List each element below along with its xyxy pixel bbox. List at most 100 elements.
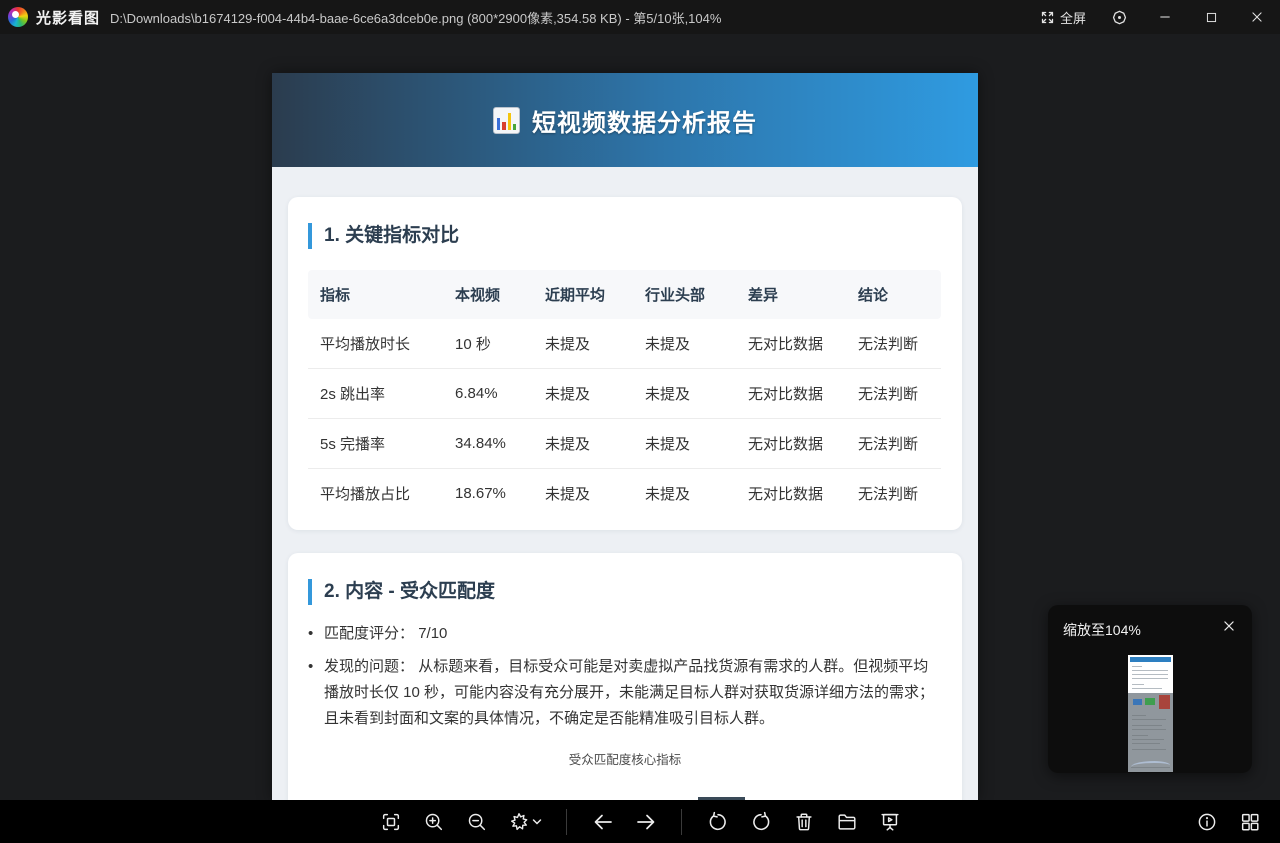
maximize-icon <box>1205 11 1218 24</box>
zoom-in-button[interactable] <box>417 805 450 838</box>
slideshow-button[interactable] <box>873 805 906 838</box>
table-cell: 34.84% <box>443 418 533 469</box>
table-cell: 未提及 <box>633 368 736 419</box>
maximize-button[interactable] <box>1188 0 1234 34</box>
previous-image-button[interactable] <box>586 805 619 838</box>
table-cell: 6.84% <box>443 368 533 419</box>
match-score-item: 匹配度评分： 7/10 <box>308 621 942 647</box>
table-cell: 未提及 <box>533 468 633 518</box>
beautify-icon <box>508 811 530 833</box>
toolbar-divider <box>566 808 567 835</box>
table-cell: 5s 完播率 <box>308 418 443 469</box>
beautify-button[interactable] <box>503 805 547 838</box>
section1-card: 1. 关键指标对比 指标 本视频 近期平均 行业头部 差异 结论 平均播放时长 … <box>288 197 962 530</box>
table-cell: 未提及 <box>645 336 691 353</box>
table-cell: 无法判断 <box>858 336 919 353</box>
table-cell: 未提及 <box>633 418 736 469</box>
bottom-toolbar <box>0 800 1280 843</box>
metrics-table: 指标 本视频 近期平均 行业头部 差异 结论 平均播放时长 10 秒 未提及 未… <box>308 270 941 518</box>
app-name: 光影看图 <box>36 9 101 27</box>
report-title: 短视频数据分析报告 <box>532 109 757 137</box>
minimize-icon <box>1158 10 1172 24</box>
settings-button[interactable] <box>1096 0 1142 34</box>
table-cell: 2s 跳出率 <box>308 368 443 419</box>
zoom-out-icon <box>466 811 488 833</box>
image-viewer-app: 光影看图 D:\Downloads\b1674129-f004-44b4-baa… <box>0 0 1280 843</box>
minimize-button[interactable] <box>1142 0 1188 34</box>
match-score-label: 匹配度评分： <box>324 625 415 642</box>
next-image-icon <box>634 810 658 834</box>
table-row: 平均播放时长 10 秒 未提及 未提及 无对比数据 无法判断 <box>308 319 941 369</box>
section2-card: 2. 内容 - 受众匹配度 匹配度评分： 7/10 发现的问题： 从标题来看，目… <box>288 553 962 800</box>
match-score-value: 7/10 <box>418 625 448 642</box>
column-header: 指标 <box>308 270 443 319</box>
chart-caption: 受众匹配度核心指标 <box>568 753 682 767</box>
table-cell: 未提及 <box>533 368 633 419</box>
bar-chart-emoji-icon <box>493 106 520 134</box>
close-icon <box>1222 619 1236 638</box>
thumbnail-grid-button[interactable] <box>1233 805 1266 838</box>
fullscreen-label: 全屏 <box>1059 10 1086 26</box>
column-header: 近期平均 <box>533 270 633 319</box>
rotate-left-button[interactable] <box>701 805 734 838</box>
chevron-down-icon <box>532 818 542 826</box>
zoom-toast: 缩放至104% <box>1048 605 1252 773</box>
thumbnail-grid-icon <box>1239 811 1261 833</box>
delete-icon <box>793 811 815 833</box>
table-header-row: 指标 本视频 近期平均 行业头部 差异 结论 <box>308 270 941 319</box>
info-icon <box>1196 811 1218 833</box>
table-cell: 无对比数据 <box>748 336 824 353</box>
report-header-banner: 短视频数据分析报告 <box>272 73 978 167</box>
fit-to-screen-button[interactable] <box>374 805 407 838</box>
table-cell: 未提及 <box>545 336 591 353</box>
viewed-image-canvas[interactable]: 短视频数据分析报告 1. 关键指标对比 指标 本视频 近期平均 行业头部 差异 … <box>272 73 978 800</box>
toolbar-right-group <box>1190 800 1266 843</box>
table-cell: 无对比数据 <box>736 468 846 518</box>
table-cell: 平均播放时长 <box>320 336 411 353</box>
rotate-left-icon <box>707 811 729 833</box>
table-row: 2s 跳出率 6.84% 未提及 未提及 无对比数据 无法判断 <box>308 368 941 419</box>
problem-label: 发现的问题： <box>324 658 415 675</box>
toolbar-divider <box>681 808 682 835</box>
section1-heading: 1. 关键指标对比 <box>308 223 942 249</box>
settings-icon <box>1111 9 1128 26</box>
close-button[interactable] <box>1234 0 1280 34</box>
section2-heading: 2. 内容 - 受众匹配度 <box>308 579 942 605</box>
table-cell: 18.67% <box>443 468 533 518</box>
table-cell: 无法判断 <box>846 418 941 469</box>
table-row: 5s 完播率 34.84% 未提及 未提及 无对比数据 无法判断 <box>308 418 941 469</box>
fullscreen-icon <box>1040 10 1055 25</box>
prev-image-icon <box>591 810 615 834</box>
column-header: 结论 <box>846 270 941 319</box>
table-cell: 未提及 <box>533 418 633 469</box>
navigator-thumbnail[interactable] <box>1128 655 1173 772</box>
open-folder-icon <box>836 811 858 833</box>
column-header: 本视频 <box>443 270 533 319</box>
zoom-in-icon <box>423 811 445 833</box>
table-cell: 无法判断 <box>846 368 941 419</box>
table-cell: 未提及 <box>633 468 736 518</box>
column-header: 行业头部 <box>633 270 736 319</box>
image-info-button[interactable] <box>1190 805 1223 838</box>
table-cell: 无对比数据 <box>736 368 846 419</box>
rotate-right-icon <box>750 811 772 833</box>
table-cell: 10 秒 <box>455 336 491 353</box>
titlebar: 光影看图 D:\Downloads\b1674129-f004-44b4-baa… <box>0 0 1280 34</box>
fullscreen-button[interactable]: 全屏 <box>1030 0 1096 34</box>
zoom-out-button[interactable] <box>460 805 493 838</box>
close-icon <box>1250 10 1264 24</box>
zoom-toast-message: 缩放至104% <box>1063 622 1141 638</box>
open-folder-button[interactable] <box>830 805 863 838</box>
delete-button[interactable] <box>787 805 820 838</box>
rotate-right-button[interactable] <box>744 805 777 838</box>
problem-item: 发现的问题： 从标题来看，目标受众可能是对卖虚拟产品找货源有需求的人群。但视频平… <box>308 654 942 732</box>
slideshow-icon <box>879 811 901 833</box>
table-cell: 无对比数据 <box>736 418 846 469</box>
table-cell: 无法判断 <box>846 468 941 518</box>
table-row: 平均播放占比 18.67% 未提及 未提及 无对比数据 无法判断 <box>308 468 941 518</box>
column-header: 差异 <box>736 270 846 319</box>
table-cell: 平均播放占比 <box>308 468 443 518</box>
problem-text: 从标题来看，目标受众可能是对卖虚拟产品找货源有需求的人群。但视频平均播放时长仅 … <box>324 658 935 727</box>
toast-close-button[interactable] <box>1219 618 1239 638</box>
next-image-button[interactable] <box>629 805 662 838</box>
